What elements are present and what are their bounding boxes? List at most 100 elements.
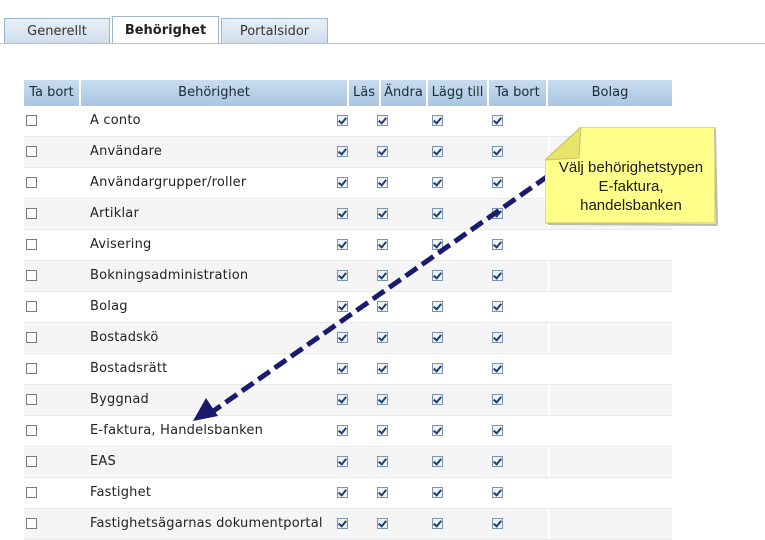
delete-checkbox[interactable]	[26, 115, 37, 126]
add-checkbox[interactable]	[432, 301, 443, 312]
read-checkbox[interactable]	[337, 177, 348, 188]
company-cell-divider	[548, 261, 550, 291]
permission-name: Byggnad	[90, 392, 149, 407]
edit-checkbox[interactable]	[377, 208, 388, 219]
table-row: Byggnad	[24, 385, 672, 416]
delete-checkbox[interactable]	[26, 270, 37, 281]
delete-checkbox[interactable]	[26, 363, 37, 374]
remove-checkbox[interactable]	[492, 146, 503, 157]
add-checkbox[interactable]	[432, 115, 443, 126]
permission-name: Bolag	[90, 299, 128, 314]
edit-checkbox[interactable]	[377, 363, 388, 374]
read-checkbox[interactable]	[337, 487, 348, 498]
read-checkbox[interactable]	[337, 270, 348, 281]
read-checkbox[interactable]	[337, 146, 348, 157]
edit-checkbox[interactable]	[377, 301, 388, 312]
read-checkbox[interactable]	[337, 425, 348, 436]
remove-checkbox[interactable]	[492, 425, 503, 436]
edit-checkbox[interactable]	[377, 177, 388, 188]
delete-checkbox[interactable]	[26, 239, 37, 250]
read-checkbox[interactable]	[337, 518, 348, 529]
add-checkbox[interactable]	[432, 425, 443, 436]
add-checkbox[interactable]	[432, 208, 443, 219]
permission-name: Avisering	[90, 237, 152, 252]
add-checkbox[interactable]	[432, 487, 443, 498]
delete-checkbox[interactable]	[26, 425, 37, 436]
callout-line-2: E-faktura,	[598, 178, 664, 195]
read-checkbox[interactable]	[337, 208, 348, 219]
remove-checkbox[interactable]	[492, 394, 503, 405]
delete-checkbox[interactable]	[26, 487, 37, 498]
table-row: Fastighet	[24, 478, 672, 509]
add-checkbox[interactable]	[432, 239, 443, 250]
header-remove[interactable]: Ta bort	[489, 80, 548, 106]
add-checkbox[interactable]	[432, 518, 443, 529]
add-checkbox[interactable]	[432, 270, 443, 281]
permission-name: Fastighetsägarnas dokumentportal	[90, 516, 323, 531]
add-checkbox[interactable]	[432, 332, 443, 343]
remove-checkbox[interactable]	[492, 115, 503, 126]
callout-line-3: handelsbanken	[580, 197, 682, 214]
company-cell-divider	[548, 509, 550, 539]
read-checkbox[interactable]	[337, 332, 348, 343]
tab-behorighet[interactable]: Behörighet	[112, 16, 219, 44]
edit-checkbox[interactable]	[377, 115, 388, 126]
read-checkbox[interactable]	[337, 239, 348, 250]
header-edit[interactable]: Ändra	[381, 80, 428, 106]
delete-checkbox[interactable]	[26, 332, 37, 343]
header-delete[interactable]: Ta bort	[24, 80, 81, 106]
delete-checkbox[interactable]	[26, 177, 37, 188]
delete-checkbox[interactable]	[26, 394, 37, 405]
remove-checkbox[interactable]	[492, 332, 503, 343]
company-cell-divider	[548, 385, 550, 415]
add-checkbox[interactable]	[432, 146, 443, 157]
delete-checkbox[interactable]	[26, 456, 37, 467]
edit-checkbox[interactable]	[377, 518, 388, 529]
remove-checkbox[interactable]	[492, 177, 503, 188]
table-row: Bolag	[24, 292, 672, 323]
delete-checkbox[interactable]	[26, 146, 37, 157]
permission-name: Bostadskö	[90, 330, 159, 345]
read-checkbox[interactable]	[337, 456, 348, 467]
remove-checkbox[interactable]	[492, 208, 503, 219]
remove-checkbox[interactable]	[492, 487, 503, 498]
add-checkbox[interactable]	[432, 394, 443, 405]
remove-checkbox[interactable]	[492, 518, 503, 529]
delete-checkbox[interactable]	[26, 301, 37, 312]
header-add[interactable]: Lägg till	[428, 80, 489, 106]
tab-portalsidor[interactable]: Portalsidor	[221, 18, 328, 43]
remove-checkbox[interactable]	[492, 456, 503, 467]
company-cell-divider	[548, 416, 550, 446]
edit-checkbox[interactable]	[377, 239, 388, 250]
add-checkbox[interactable]	[432, 177, 443, 188]
edit-checkbox[interactable]	[377, 270, 388, 281]
edit-checkbox[interactable]	[377, 456, 388, 467]
edit-checkbox[interactable]	[377, 146, 388, 157]
read-checkbox[interactable]	[337, 394, 348, 405]
table-row: Bostadsrätt	[24, 354, 672, 385]
read-checkbox[interactable]	[337, 363, 348, 374]
remove-checkbox[interactable]	[492, 301, 503, 312]
delete-checkbox[interactable]	[26, 208, 37, 219]
edit-checkbox[interactable]	[377, 487, 388, 498]
read-checkbox[interactable]	[337, 115, 348, 126]
table-row: Bostadskö	[24, 323, 672, 354]
remove-checkbox[interactable]	[492, 363, 503, 374]
edit-checkbox[interactable]	[377, 425, 388, 436]
header-company[interactable]: Bolag	[548, 80, 672, 106]
add-checkbox[interactable]	[432, 363, 443, 374]
read-checkbox[interactable]	[337, 301, 348, 312]
header-read[interactable]: Läs	[349, 80, 381, 106]
delete-checkbox[interactable]	[26, 518, 37, 529]
edit-checkbox[interactable]	[377, 394, 388, 405]
company-cell-divider	[548, 478, 550, 508]
callout-text: Välj behörighetstypen E-faktura, handels…	[545, 158, 717, 215]
table-row: E-faktura, Handelsbanken	[24, 416, 672, 447]
header-permission[interactable]: Behörighet	[81, 80, 349, 106]
remove-checkbox[interactable]	[492, 270, 503, 281]
permission-name: Bostadsrätt	[90, 361, 168, 376]
tab-generellt[interactable]: Generellt	[4, 18, 110, 43]
remove-checkbox[interactable]	[492, 239, 503, 250]
add-checkbox[interactable]	[432, 456, 443, 467]
edit-checkbox[interactable]	[377, 332, 388, 343]
